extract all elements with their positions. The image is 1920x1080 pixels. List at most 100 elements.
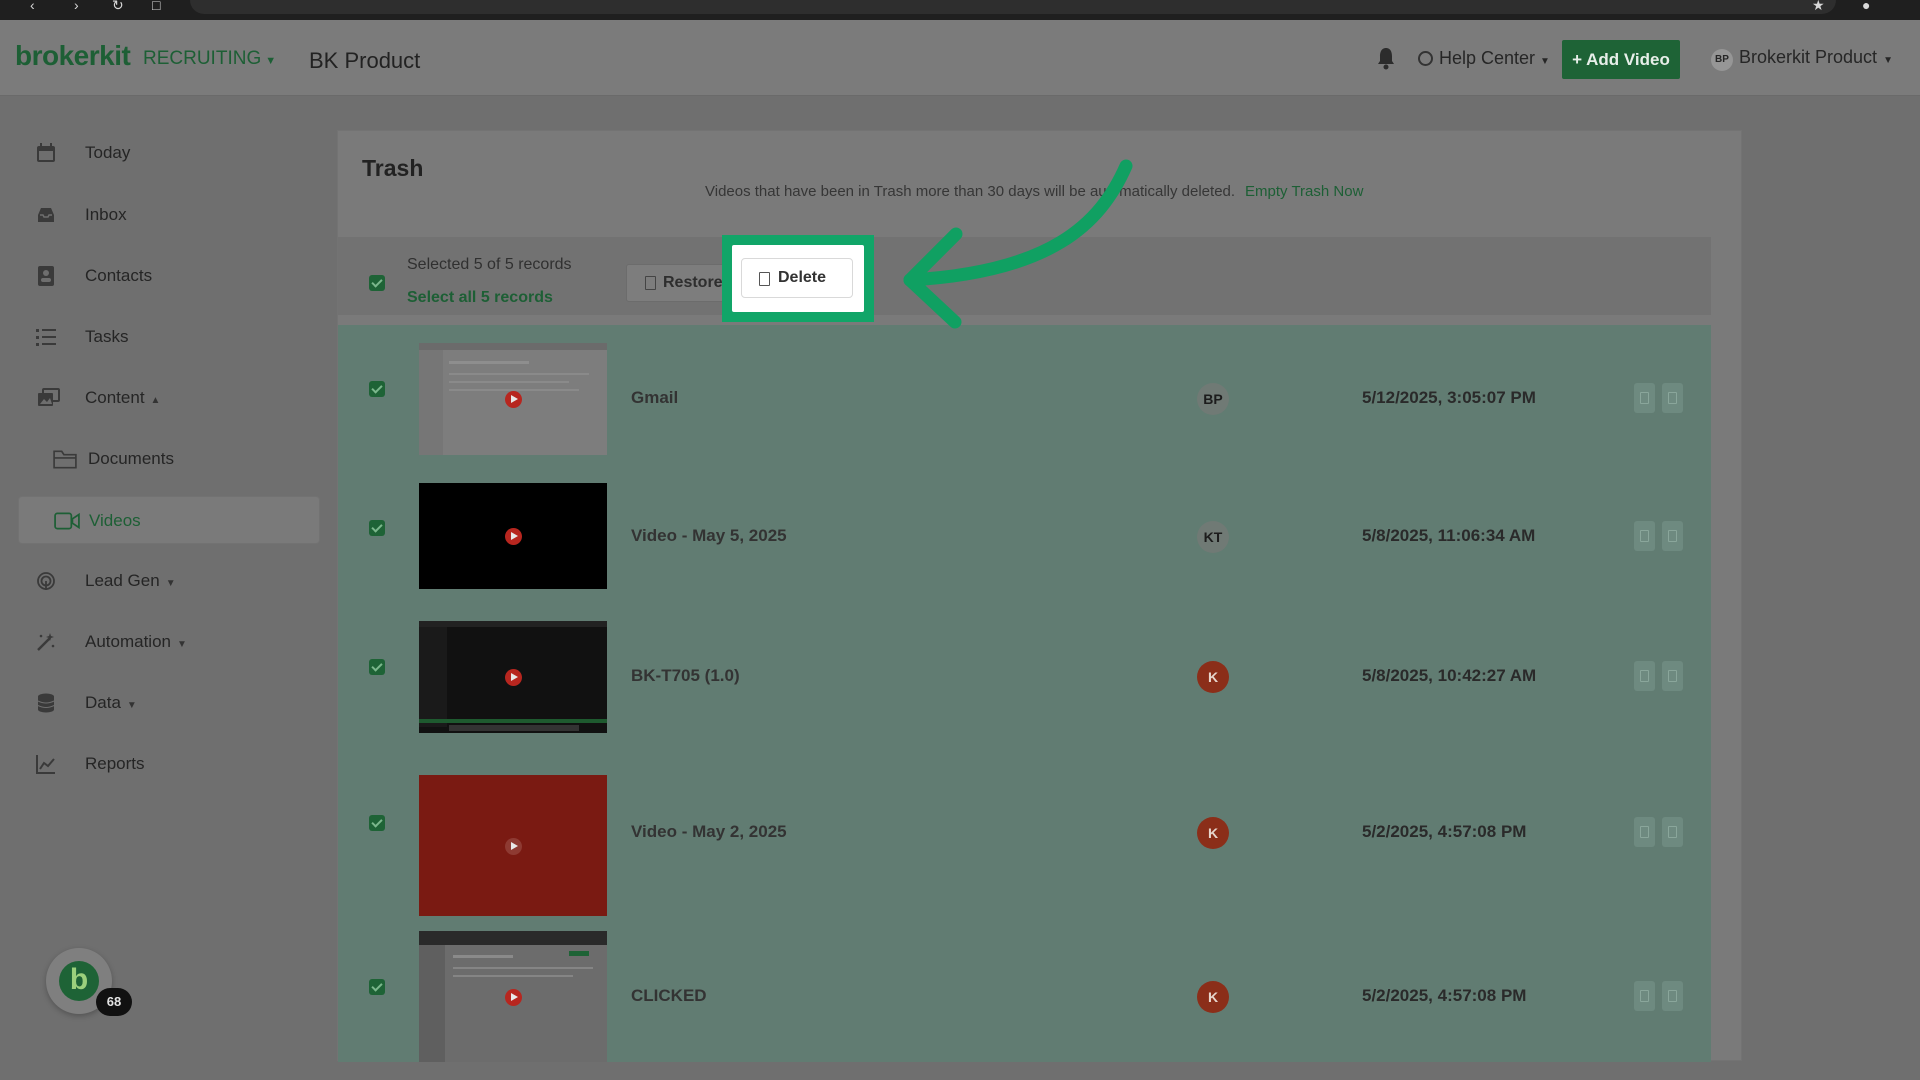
row-checkbox[interactable] — [369, 659, 385, 675]
automation-label: Automation — [85, 632, 171, 651]
sidebar-item-inbox[interactable]: Inbox — [18, 191, 320, 239]
play-icon[interactable] — [505, 391, 522, 408]
play-icon[interactable] — [505, 528, 522, 545]
user-name: Brokerkit Product — [1739, 47, 1878, 67]
module-label: RECRUITING — [143, 48, 262, 69]
video-title[interactable]: Video - May 5, 2025 — [631, 526, 787, 546]
owner-avatar: K — [1197, 981, 1229, 1013]
bulk-action-bar: Selected 5 of 5 records Select all 5 rec… — [338, 237, 1711, 315]
sidebar-item-lead-gen[interactable]: Lead Gen ▼ — [18, 557, 320, 605]
help-center-label: Help Center — [1439, 48, 1536, 68]
assistant-logo: b — [59, 961, 99, 1001]
browser-toolbar: ‹ › ↻ □ ★ ● — [0, 0, 1920, 20]
sidebar-item-content[interactable]: Content ▲ — [18, 374, 320, 422]
selected-count: Selected 5 of 5 records — [407, 256, 572, 273]
deleted-date: 5/12/2025, 3:05:07 PM — [1362, 388, 1536, 407]
row-checkbox[interactable] — [369, 520, 385, 536]
owner-avatar: K — [1197, 661, 1229, 693]
trash-notice: Videos that have been in Trash more than… — [705, 183, 1363, 200]
trash-icon — [759, 272, 770, 286]
chevron-down-icon: ▼ — [177, 639, 187, 650]
sidebar-item-contacts[interactable]: Contacts — [18, 252, 320, 300]
select-all-checkbox[interactable] — [369, 275, 385, 291]
restore-row-icon[interactable] — [1634, 981, 1655, 1011]
restore-row-icon[interactable] — [1634, 817, 1655, 847]
delete-row-icon[interactable] — [1662, 817, 1683, 847]
delete-highlight-frame: Delete — [722, 235, 874, 322]
video-camera-icon — [54, 512, 80, 530]
video-thumbnail[interactable] — [419, 775, 607, 916]
folder-icon — [53, 450, 77, 469]
sidebar-item-label: Automation ▼ — [85, 632, 187, 652]
sidebar-item-tasks[interactable]: Tasks — [18, 313, 320, 361]
video-title[interactable]: CLICKED — [631, 986, 707, 1006]
sidebar-item-label: Today — [85, 143, 131, 162]
user-menu[interactable]: BP Brokerkit Product ▼ — [1711, 47, 1893, 71]
delete-row-icon[interactable] — [1662, 383, 1683, 413]
bell-icon[interactable] — [1376, 46, 1396, 70]
play-icon[interactable] — [505, 988, 522, 1006]
row-checkbox[interactable] — [369, 979, 385, 995]
sidebar-item-today[interactable]: Today — [18, 129, 320, 177]
chevron-down-icon: ▼ — [1883, 55, 1893, 66]
video-title[interactable]: Gmail — [631, 388, 678, 408]
delete-button-body[interactable]: Delete — [741, 258, 853, 298]
sidebar: Today Inbox Contacts Tasks Content ▲ Docu… — [0, 97, 336, 1061]
video-thumbnail[interactable] — [419, 931, 607, 1062]
address-bar[interactable] — [190, 0, 1836, 14]
delete-row-icon[interactable] — [1662, 981, 1683, 1011]
video-title[interactable]: Video - May 2, 2025 — [631, 822, 787, 842]
select-all-link[interactable]: Select all 5 records — [407, 289, 553, 307]
video-thumbnail[interactable] — [419, 343, 607, 455]
restore-row-icon[interactable] — [1634, 521, 1655, 551]
video-title[interactable]: BK-T705 (1.0) — [631, 666, 740, 686]
sidebar-item-label: Lead Gen ▼ — [85, 571, 176, 591]
sidebar-item-videos[interactable]: Videos — [18, 496, 320, 544]
play-icon[interactable] — [505, 837, 522, 855]
reload-icon[interactable]: ↻ — [112, 0, 124, 14]
sidebar-item-reports[interactable]: Reports — [18, 740, 320, 788]
avatar: BP — [1711, 49, 1733, 71]
video-thumbnail[interactable] — [419, 483, 607, 589]
bookmark-icon[interactable]: ★ — [1812, 0, 1825, 14]
chevron-down-icon: ▼ — [165, 578, 176, 589]
extension-icon[interactable]: □ — [152, 0, 160, 14]
chevron-down-icon: ▼ — [1540, 56, 1550, 67]
chevron-up-icon: ▲ — [150, 395, 161, 406]
task-list-icon — [36, 329, 56, 346]
sidebar-item-data[interactable]: Data ▼ — [18, 679, 320, 727]
restore-row-icon[interactable] — [1634, 661, 1655, 691]
empty-trash-link[interactable]: Empty Trash Now — [1245, 183, 1363, 200]
play-icon[interactable] — [505, 669, 522, 686]
profile-icon[interactable]: ● — [1862, 0, 1870, 14]
row-checkbox[interactable] — [369, 815, 385, 831]
sidebar-item-label: Inbox — [85, 205, 127, 224]
forward-icon[interactable]: › — [74, 0, 79, 14]
restore-row-icon[interactable] — [1634, 383, 1655, 413]
module-switcher[interactable]: RECRUITING ▼ — [143, 48, 276, 70]
video-list: Gmail BP 5/12/2025, 3:05:07 PM Video - M… — [338, 325, 1711, 1062]
sidebar-item-label: Data ▼ — [85, 693, 137, 713]
brand-logo[interactable]: brokerkit — [15, 40, 131, 72]
trash-restore-icon — [645, 276, 656, 290]
notification-count-badge: 68 — [96, 988, 132, 1016]
chevron-down-icon: ▼ — [265, 55, 277, 67]
restore-button[interactable]: Restore — [626, 264, 734, 302]
chevron-down-icon: ▼ — [126, 700, 137, 711]
sidebar-item-automation[interactable]: Automation ▼ — [18, 618, 320, 666]
help-center-menu[interactable]: Help Center ▼ — [1418, 48, 1550, 69]
delete-button[interactable]: Delete — [732, 245, 864, 312]
back-icon[interactable]: ‹ — [30, 0, 35, 14]
workspace-name: BK Product — [309, 48, 421, 73]
owner-avatar: K — [1197, 817, 1229, 849]
owner-avatar: KT — [1197, 521, 1229, 553]
sidebar-item-label: Reports — [85, 754, 145, 773]
add-video-button[interactable]: + Add Video — [1562, 40, 1680, 79]
sidebar-item-documents[interactable]: Documents — [18, 435, 320, 483]
trash-panel: Trash Videos that have been in Trash mor… — [337, 130, 1742, 1062]
row-checkbox[interactable] — [369, 381, 385, 397]
delete-row-icon[interactable] — [1662, 661, 1683, 691]
globe-icon — [1418, 51, 1433, 66]
delete-row-icon[interactable] — [1662, 521, 1683, 551]
video-thumbnail[interactable] — [419, 621, 607, 733]
